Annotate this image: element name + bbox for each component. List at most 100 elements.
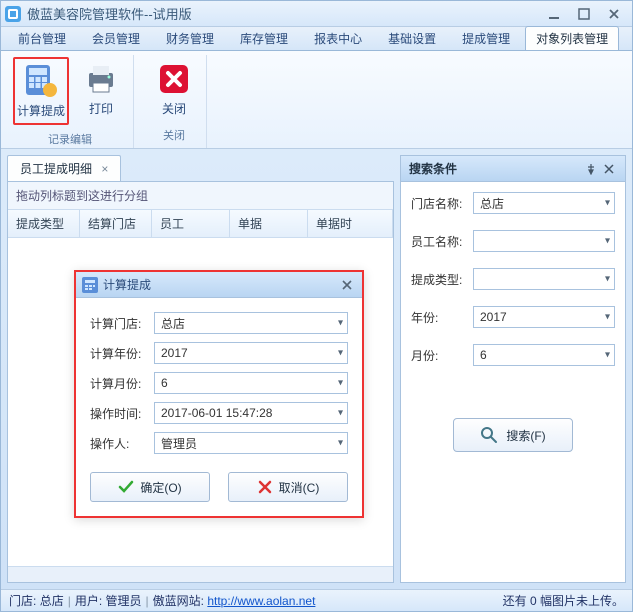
tab-finance[interactable]: 财务管理 [155,26,225,50]
calc-year-value: 2017 [161,346,188,360]
calc-year-field[interactable]: 2017 ▾ [154,342,348,364]
status-store-label: 门店: [9,592,36,609]
op-time-value: 2017-06-01 15:47:28 [161,406,272,420]
tab-objectlist[interactable]: 对象列表管理 [525,26,619,50]
status-user-label: 用户: [75,592,102,609]
calc-month-label: 计算月份: [90,375,148,392]
col-doc[interactable]: 单据 [230,210,308,237]
calc-month-value: 6 [161,376,168,390]
chevron-down-icon: ▾ [338,408,343,419]
tab-frontdesk[interactable]: 前台管理 [7,26,77,50]
cross-icon [257,479,273,495]
statusbar: 门店: 总店 | 用户: 管理员 | 傲蓝网站: http://www.aola… [1,589,632,611]
chevron-down-icon: ▾ [605,236,610,247]
col-commission-type[interactable]: 提成类型 [8,210,80,237]
op-user-field[interactable]: 管理员 ▾ [154,432,348,454]
ribbon-group-close-label: 关闭 [163,127,185,145]
calc-year-label: 计算年份: [90,345,148,362]
horizontal-scrollbar[interactable] [8,566,393,582]
tab-member[interactable]: 会员管理 [81,26,151,50]
ribbon-close-button[interactable]: 关闭 [148,57,200,121]
ribbon-calc-commission-button[interactable]: 计算提成 [13,57,69,125]
maximize-button[interactable] [570,5,598,23]
op-user-label: 操作人: [90,435,148,452]
tab-settings[interactable]: 基础设置 [377,26,447,50]
printer-icon [83,61,119,97]
search-panel-body: 门店名称: 总店▾ 员工名称: ▾ 提成类型: ▾ 年份: 2017▾ 月份: … [401,182,625,582]
status-right: 还有 0 幅图片未上传。 [503,592,624,609]
search-year-field[interactable]: 2017▾ [473,306,615,328]
search-store-value: 总店 [480,195,504,212]
cancel-button[interactable]: 取消(C) [228,472,348,502]
tab-inventory[interactable]: 库存管理 [229,26,299,50]
ribbon-group-edit-label: 记录编辑 [48,131,92,149]
search-month-value: 6 [480,348,487,362]
ribbon-print-label: 打印 [89,100,113,117]
app-icon [5,6,21,22]
close-panel-icon[interactable] [601,161,617,177]
calc-store-value: 总店 [161,315,185,332]
tab-report[interactable]: 报表中心 [303,26,373,50]
grid-body: 计算提成 计算门店: 总店 ▾ 计算年份: [8,238,393,566]
col-settle-store[interactable]: 结算门店 [80,210,152,237]
minimize-button[interactable] [540,5,568,23]
left-panel: 员工提成明细 × 拖动列标题到这进行分组 提成类型 结算门店 员工 单据 单据时 [7,155,394,583]
col-doc-time[interactable]: 单据时 [308,210,393,237]
chevron-down-icon: ▾ [338,378,343,389]
chevron-down-icon: ▾ [605,198,610,209]
chevron-down-icon: ▾ [338,318,343,329]
search-button-label: 搜索(F) [506,427,545,444]
chevron-down-icon: ▾ [605,274,610,285]
search-type-label: 提成类型: [411,271,467,288]
pin-icon[interactable] [583,161,599,177]
search-button[interactable]: 搜索(F) [453,418,573,452]
window-title: 傲蓝美容院管理软件--试用版 [27,4,538,23]
chevron-down-icon: ▾ [338,438,343,449]
search-employee-field[interactable]: ▾ [473,230,615,252]
col-employee[interactable]: 员工 [152,210,230,237]
close-icon [156,61,192,97]
op-user-value: 管理员 [161,435,197,452]
ribbon-group-close: 关闭 关闭 [142,55,207,148]
calc-store-field[interactable]: 总店 ▾ [154,312,348,334]
status-url-link[interactable]: http://www.aolan.net [207,594,315,608]
op-time-field[interactable]: 2017-06-01 15:47:28 ▾ [154,402,348,424]
doc-tab[interactable]: 员工提成明细 × [7,155,121,181]
search-panel-title-label: 搜索条件 [409,160,581,177]
ribbon: 计算提成 打印 记录编辑 关闭 关闭 [1,51,632,149]
tab-commission[interactable]: 提成管理 [451,26,521,50]
dialog-icon [82,277,98,293]
ribbon-close-label: 关闭 [162,100,186,117]
chevron-down-icon: ▾ [605,350,610,361]
calculator-icon [23,63,59,99]
status-store: 总店 [40,592,64,609]
column-headers: 提成类型 结算门店 员工 单据 单据时 [8,210,393,238]
magnifier-icon [480,426,498,444]
cancel-label: 取消(C) [279,479,320,496]
ribbon-print-button[interactable]: 打印 [75,57,127,125]
dialog-titlebar: 计算提成 [76,272,362,298]
calc-commission-dialog: 计算提成 计算门店: 总店 ▾ 计算年份: [74,270,364,518]
search-type-field[interactable]: ▾ [473,268,615,290]
calc-month-field[interactable]: 6▾ [154,372,348,394]
search-store-label: 门店名称: [411,195,467,212]
op-time-label: 操作时间: [90,405,148,422]
search-month-field[interactable]: 6▾ [473,344,615,366]
chevron-down-icon: ▾ [338,348,343,359]
search-panel-title: 搜索条件 [401,156,625,182]
dialog-close-button[interactable] [338,276,356,294]
search-store-field[interactable]: 总店 ▾ [473,192,615,214]
calc-store-label: 计算门店: [90,315,148,332]
doc-tab-label: 员工提成明细 [20,162,92,176]
close-window-button[interactable] [600,5,628,23]
chevron-down-icon: ▾ [605,312,610,323]
titlebar: 傲蓝美容院管理软件--试用版 [1,1,632,27]
search-employee-label: 员工名称: [411,233,467,250]
main-tabstrip: 前台管理 会员管理 财务管理 库存管理 报表中心 基础设置 提成管理 对象列表管… [1,27,632,51]
doc-tab-close-icon[interactable]: × [101,162,108,176]
search-year-label: 年份: [411,309,467,326]
ribbon-calc-commission-label: 计算提成 [17,102,65,119]
status-user: 管理员 [106,592,142,609]
status-site-label: 傲蓝网站: [153,592,204,609]
ok-button[interactable]: 确定(O) [90,472,210,502]
